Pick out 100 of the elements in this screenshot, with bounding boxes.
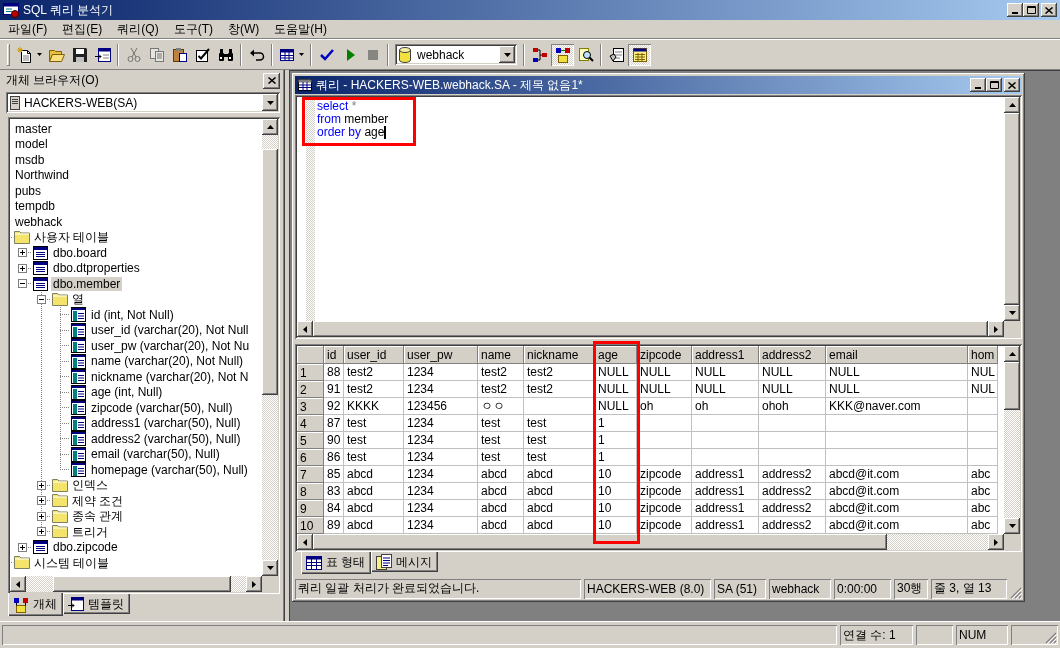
tree-item[interactable]: master bbox=[13, 121, 54, 136]
scrollbar-thumb[interactable] bbox=[313, 534, 887, 550]
tree-item[interactable]: 시스템 테이블 bbox=[32, 555, 112, 570]
scroll-right-button[interactable] bbox=[988, 321, 1004, 337]
plus-box-icon[interactable] bbox=[37, 527, 46, 537]
menu-item[interactable]: 편집(E) bbox=[56, 20, 109, 38]
scroll-left-button[interactable] bbox=[297, 321, 313, 337]
close-button[interactable] bbox=[1041, 3, 1057, 17]
tree-item[interactable]: 종속 관계 bbox=[70, 509, 126, 524]
close-button[interactable] bbox=[263, 72, 280, 89]
menu-item[interactable]: 쿼리(Q) bbox=[111, 20, 165, 38]
header-corner[interactable] bbox=[297, 346, 324, 364]
size-grip-icon[interactable] bbox=[1010, 587, 1022, 599]
menu-item[interactable]: 도움말(H) bbox=[268, 20, 333, 38]
maximize-button[interactable] bbox=[1023, 3, 1039, 17]
scroll-left-button[interactable] bbox=[10, 576, 26, 592]
close-button[interactable] bbox=[1004, 78, 1020, 92]
scrollbar-thumb[interactable] bbox=[53, 576, 231, 592]
column-header[interactable]: address1 bbox=[692, 346, 759, 364]
tab[interactable]: 메시지 bbox=[371, 552, 439, 572]
plus-box-icon[interactable] bbox=[37, 480, 46, 490]
scroll-up-button[interactable] bbox=[262, 119, 278, 135]
minus-box-icon[interactable] bbox=[37, 294, 46, 304]
tree-item[interactable]: user_pw (varchar(20), Not Nu bbox=[89, 338, 252, 353]
tree-item[interactable]: tempdb bbox=[13, 199, 58, 214]
tree-item[interactable]: 사용자 테이블 bbox=[32, 230, 112, 245]
tree-view[interactable] bbox=[8, 117, 280, 594]
menu-item[interactable]: 파일(F) bbox=[2, 20, 54, 38]
tree-item[interactable]: zipcode (varchar(50), Null) bbox=[89, 400, 235, 415]
tree-item[interactable]: name (varchar(20), Not Null) bbox=[89, 354, 246, 369]
column-header[interactable]: name bbox=[478, 346, 524, 364]
tab[interactable]: 개체 bbox=[8, 593, 63, 616]
query-editor[interactable]: select * from member order by age bbox=[297, 97, 1004, 321]
table-cell: test bbox=[478, 432, 524, 449]
scroll-down-button[interactable] bbox=[1004, 518, 1020, 534]
scroll-right-button[interactable] bbox=[246, 576, 262, 592]
column-header[interactable]: email bbox=[826, 346, 968, 364]
tree-item[interactable]: pubs bbox=[13, 183, 44, 198]
tree-item[interactable]: nickname (varchar(20), Not N bbox=[89, 369, 251, 384]
scrollbar-thumb[interactable] bbox=[262, 149, 278, 395]
column-header[interactable]: user_id bbox=[344, 346, 404, 364]
tree-item[interactable]: 열 bbox=[70, 292, 86, 307]
menu-item[interactable]: 도구(T) bbox=[167, 20, 219, 38]
tree-item[interactable]: 인덱스 bbox=[70, 478, 110, 493]
column-header[interactable]: hom bbox=[968, 346, 998, 364]
tab[interactable]: 템플릿 bbox=[63, 594, 130, 614]
table-cell: KKK@naver.com bbox=[826, 398, 968, 415]
plus-box-icon[interactable] bbox=[18, 542, 27, 552]
tree-item[interactable]: dbo.member bbox=[51, 276, 123, 291]
minus-box-icon[interactable] bbox=[18, 279, 27, 289]
plus-box-icon[interactable] bbox=[37, 496, 46, 506]
minimize-button[interactable] bbox=[970, 78, 986, 92]
tree-item[interactable]: model bbox=[13, 137, 50, 152]
tree-item[interactable]: webhack bbox=[13, 214, 65, 229]
tree-item[interactable]: Northwind bbox=[13, 168, 72, 183]
column-header[interactable]: id bbox=[324, 346, 344, 364]
tree-item[interactable]: dbo.dtproperties bbox=[51, 261, 142, 276]
tree-item[interactable]: id (int, Not Null) bbox=[89, 307, 176, 322]
plus-box-icon[interactable] bbox=[18, 248, 27, 258]
tree-item[interactable]: address1 (varchar(50), Null) bbox=[89, 416, 243, 431]
dropdown-button[interactable] bbox=[262, 94, 278, 111]
column-header[interactable]: nickname bbox=[524, 346, 595, 364]
tree-item[interactable]: homepage (varchar(50), Null) bbox=[89, 462, 250, 477]
vertical-scrollbar[interactable] bbox=[262, 119, 278, 576]
scroll-left-button[interactable] bbox=[297, 534, 313, 550]
plus-box-icon[interactable] bbox=[37, 511, 46, 521]
tree-item[interactable]: address2 (varchar(50), Null) bbox=[89, 431, 243, 446]
tree-item[interactable]: user_id (varchar(20), Not Null bbox=[89, 323, 251, 338]
vertical-scrollbar[interactable] bbox=[1004, 346, 1020, 534]
horizontal-scrollbar[interactable] bbox=[297, 534, 1004, 550]
results-pane-button[interactable] bbox=[628, 43, 651, 66]
tree-item[interactable]: dbo.board bbox=[51, 245, 110, 260]
tree-item[interactable]: dbo.zipcode bbox=[51, 540, 120, 555]
scroll-up-button[interactable] bbox=[1004, 346, 1020, 362]
toolbar-grip[interactable] bbox=[7, 43, 10, 66]
column-header[interactable]: address2 bbox=[759, 346, 826, 364]
tab[interactable]: 표 형태 bbox=[301, 551, 372, 574]
menu-item[interactable]: 창(W) bbox=[222, 20, 266, 38]
tree-item[interactable]: msdb bbox=[13, 152, 47, 167]
plus-box-icon[interactable] bbox=[18, 263, 27, 273]
size-grip-icon[interactable] bbox=[1045, 632, 1057, 644]
column-header[interactable]: user_pw bbox=[404, 346, 478, 364]
tree-item[interactable]: age (int, Null) bbox=[89, 385, 165, 400]
column-header[interactable]: zipcode bbox=[637, 346, 692, 364]
scroll-down-button[interactable] bbox=[262, 560, 278, 576]
horizontal-scrollbar[interactable] bbox=[10, 576, 262, 592]
scrollbar-thumb[interactable] bbox=[1004, 362, 1020, 411]
tree-item[interactable]: 제약 조건 bbox=[70, 493, 126, 508]
server-select[interactable]: HACKERS-WEB(SA) bbox=[6, 92, 280, 113]
minimize-button[interactable] bbox=[1007, 3, 1023, 17]
scroll-down-button[interactable] bbox=[1004, 305, 1020, 321]
database-select[interactable]: webhack bbox=[395, 44, 517, 65]
object-browser-button[interactable] bbox=[551, 43, 574, 66]
scroll-up-button[interactable] bbox=[1004, 97, 1020, 113]
tree-item[interactable]: email (varchar(50), Null) bbox=[89, 447, 222, 462]
dropdown-button[interactable] bbox=[499, 46, 515, 63]
scroll-right-button[interactable] bbox=[988, 534, 1004, 550]
column-header[interactable]: age bbox=[595, 346, 637, 364]
tree-item[interactable]: 트리거 bbox=[70, 524, 110, 539]
maximize-button[interactable] bbox=[986, 78, 1002, 92]
